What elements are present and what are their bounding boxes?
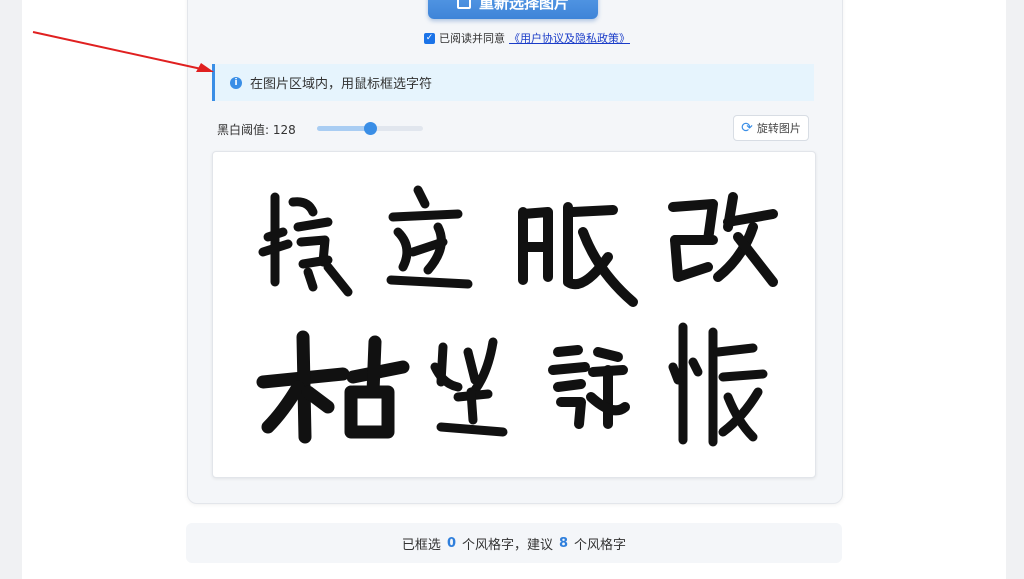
annotation-arrow — [32, 31, 214, 72]
